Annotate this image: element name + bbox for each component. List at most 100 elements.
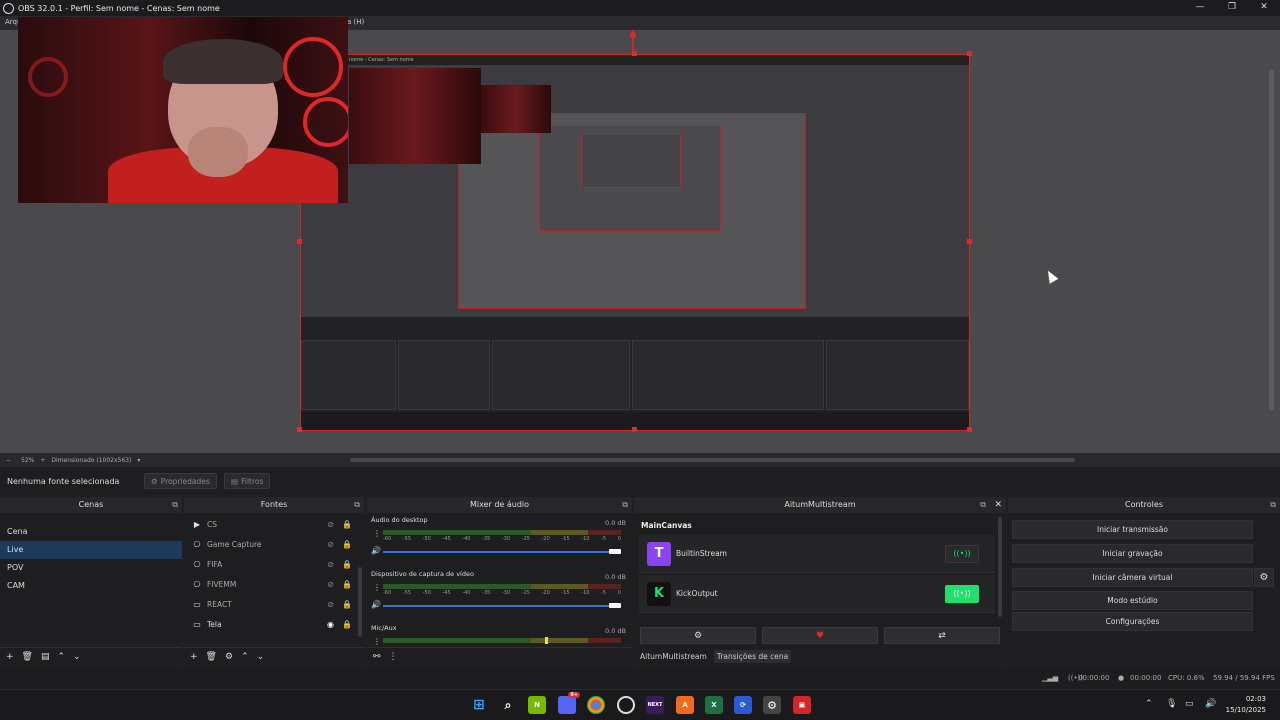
nvidia-icon[interactable]: N: [528, 696, 546, 714]
tray-chevron-icon[interactable]: ⌃: [1145, 699, 1153, 709]
app-blue-icon[interactable]: ⟳: [734, 696, 752, 714]
visibility-hidden-icon[interactable]: ⊘: [327, 600, 334, 609]
next-icon[interactable]: NEXT: [646, 696, 664, 714]
scene-item-live[interactable]: Live: [0, 541, 182, 559]
undock-icon[interactable]: ⧉: [172, 497, 178, 513]
source-item-game-capture[interactable]: ⎔ Game Capture ⊘ 🔒: [184, 534, 364, 554]
menu-help[interactable]: a (H): [347, 18, 364, 26]
start-streaming-button[interactable]: Iniciar transmissão: [1012, 520, 1253, 539]
lock-icon[interactable]: 🔒: [342, 520, 352, 529]
lock-icon[interactable]: 🔒: [342, 560, 352, 569]
undock-icon[interactable]: ⧉: [980, 497, 986, 513]
multistream-settings-button[interactable]: ⚙: [640, 627, 756, 644]
close-dock-icon[interactable]: ✕: [994, 497, 1002, 513]
excel-icon[interactable]: X: [705, 696, 723, 714]
windows-start-icon[interactable]: ⊞: [470, 696, 488, 714]
resize-handle-right[interactable]: [967, 239, 972, 244]
search-icon[interactable]: ⌕: [499, 696, 517, 714]
unlock-icon[interactable]: 🔒: [342, 600, 352, 609]
resize-handle-tr[interactable]: [967, 51, 972, 56]
source-item-tela[interactable]: ▭ Tela ◉ 🔒: [184, 614, 364, 634]
minimize-button[interactable]: —: [1184, 0, 1216, 16]
filters-button[interactable]: ▤ Filtros: [224, 473, 271, 489]
taskbar-clock[interactable]: 02:03 15/10/2025: [1226, 694, 1266, 716]
monitor-tray-icon[interactable]: ▭: [1185, 699, 1194, 709]
volume-tray-icon[interactable]: 🔊: [1205, 699, 1216, 709]
scaling-dropdown-icon[interactable]: ▾: [137, 457, 140, 464]
scene-item-cam[interactable]: CAM: [0, 577, 182, 595]
tab-aitummultistream[interactable]: AitumMultistream: [637, 650, 710, 663]
resize-handle-bl[interactable]: [297, 427, 302, 432]
obs-icon[interactable]: [617, 696, 635, 714]
zoom-out-button[interactable]: −: [6, 457, 11, 464]
remove-source-icon[interactable]: 🗑: [206, 652, 217, 662]
mixer-menu-icon[interactable]: ⋮: [389, 652, 398, 662]
source-item-react[interactable]: ▭ REACT ⊘ 🔒: [184, 594, 364, 614]
volume-slider[interactable]: [383, 605, 617, 607]
unlock-icon[interactable]: 🔒: [342, 620, 352, 629]
visibility-hidden-icon[interactable]: ⊘: [327, 580, 334, 589]
scene-item-cena[interactable]: Cena: [0, 523, 182, 541]
visibility-hidden-icon[interactable]: ⊘: [327, 540, 334, 549]
add-scene-icon[interactable]: +: [6, 652, 14, 662]
source-item-cs[interactable]: ▶ CS ⊘ 🔒: [184, 514, 364, 534]
properties-button[interactable]: ⚙ Propriedades: [144, 473, 217, 489]
add-source-icon[interactable]: +: [190, 652, 198, 662]
move-up-icon[interactable]: ⌃: [241, 652, 249, 662]
maximize-button[interactable]: ❐: [1216, 0, 1248, 16]
move-down-icon[interactable]: ⌄: [73, 652, 81, 662]
undock-icon[interactable]: ⧉: [1270, 497, 1276, 513]
zoom-in-button[interactable]: +: [40, 457, 45, 464]
sources-scrollbar[interactable]: [358, 567, 362, 637]
scene-filters-icon[interactable]: ▤: [41, 652, 50, 662]
remove-scene-icon[interactable]: 🗑: [22, 652, 33, 662]
settings-app-icon[interactable]: ⚙: [763, 696, 781, 714]
tab-transicoes[interactable]: Transições de cena: [713, 650, 792, 663]
resize-handle-br[interactable]: [967, 427, 972, 432]
start-virtual-camera-button[interactable]: Iniciar câmera virtual: [1012, 568, 1253, 587]
mixer-link-icon[interactable]: ⚯: [373, 652, 381, 662]
preview-vertical-scrollbar[interactable]: [1269, 70, 1274, 410]
studio-mode-button[interactable]: Modo estúdio: [1012, 591, 1253, 610]
discord-icon[interactable]: 9+: [558, 692, 580, 714]
undock-icon[interactable]: ⧉: [622, 497, 628, 513]
channel-menu-icon[interactable]: ⋮: [373, 529, 381, 538]
visibility-hidden-icon[interactable]: ⊘: [327, 520, 334, 529]
undock-icon[interactable]: ⧉: [354, 497, 360, 513]
speaker-icon[interactable]: 🔊: [371, 600, 381, 609]
app-orange-icon[interactable]: A: [676, 696, 694, 714]
screen-capture-source[interactable]: nome - Cenas: Sem nome: [300, 54, 970, 431]
channel-menu-icon[interactable]: ⋮: [373, 583, 381, 592]
speaker-icon[interactable]: 🔊: [371, 546, 381, 555]
stream-toggle-button[interactable]: ((•)): [945, 544, 979, 563]
start-recording-button[interactable]: Iniciar gravação: [1012, 544, 1253, 563]
rotation-handle[interactable]: [630, 32, 636, 38]
multistream-scrollbar[interactable]: [998, 517, 1002, 617]
microphone-icon[interactable]: 🎙: [1166, 699, 1177, 709]
visibility-hidden-icon[interactable]: ⊘: [327, 560, 334, 569]
lock-icon[interactable]: 🔒: [342, 580, 352, 589]
chrome-icon[interactable]: [587, 696, 605, 714]
source-properties-icon[interactable]: ⚙: [225, 652, 233, 662]
resize-handle-top[interactable]: [632, 51, 637, 56]
source-item-fifa[interactable]: ⎔ FIFA ⊘ 🔒: [184, 554, 364, 574]
stream-toggle-button-active[interactable]: ((•)): [945, 584, 979, 603]
virtual-camera-settings-button[interactable]: ⚙: [1254, 568, 1274, 587]
multistream-link-button[interactable]: ⇄: [884, 627, 1000, 644]
volume-slider[interactable]: [383, 551, 617, 553]
resize-handle-bottom[interactable]: [632, 427, 637, 432]
source-item-fivemm[interactable]: ⎔ FIVEMM ⊘ 🔒: [184, 574, 364, 594]
close-window-button[interactable]: ✕: [1248, 0, 1280, 16]
visibility-eye-icon[interactable]: ◉: [327, 620, 334, 629]
move-up-icon[interactable]: ⌃: [58, 652, 66, 662]
settings-button[interactable]: Configurações: [1012, 612, 1253, 631]
preview-horizontal-scrollbar[interactable]: [350, 458, 1075, 462]
channel-menu-icon[interactable]: ⋮: [373, 637, 381, 646]
volume-slider-knob[interactable]: [609, 549, 621, 554]
multistream-heart-button[interactable]: ♥: [762, 627, 878, 644]
volume-slider-knob[interactable]: [609, 603, 621, 608]
scene-item-pov[interactable]: POV: [0, 559, 182, 577]
app-red-icon[interactable]: ▣: [793, 696, 811, 714]
lock-icon[interactable]: 🔒: [342, 540, 352, 549]
resize-handle-left[interactable]: [297, 239, 302, 244]
